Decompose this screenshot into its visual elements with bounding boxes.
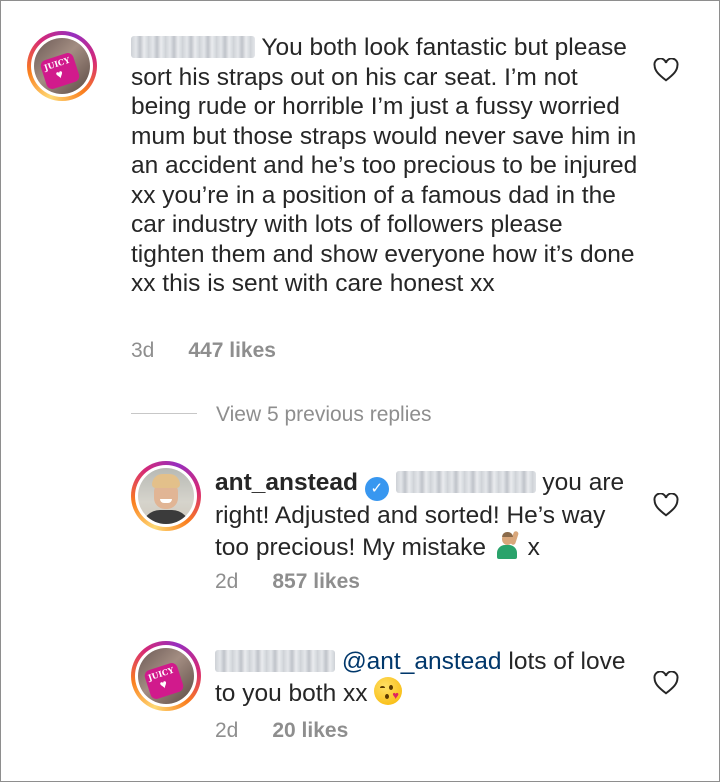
face-blowing-kiss-emoji-icon: ♥ [374, 676, 403, 705]
verified-badge-icon: ✓ [364, 477, 389, 501]
blurred-username[interactable] [215, 650, 335, 672]
reply-meta: 2d 857 likes [215, 570, 360, 594]
comment-text: You both look fantastic but please sort … [131, 34, 638, 297]
reply-likes[interactable]: 20 likes [272, 719, 348, 742]
reply-text-end: x [527, 533, 540, 561]
reply-body: ant_anstead ✓ you are right! Adjusted an… [215, 468, 635, 562]
avatar-photo [138, 468, 194, 524]
pillow-image: JUICY ♥ [39, 51, 81, 91]
reply-likes[interactable]: 857 likes [272, 570, 360, 593]
comment-meta: 3d 447 likes [131, 339, 276, 363]
blurred-mention[interactable] [395, 471, 536, 493]
like-heart-icon[interactable] [653, 58, 679, 82]
avatar-photo: JUICY ♥ [34, 38, 90, 94]
like-heart-icon[interactable] [653, 671, 679, 695]
reply-username[interactable]: ant_anstead [215, 469, 358, 496]
commenter-avatar[interactable]: JUICY ♥ [27, 31, 97, 101]
replies-divider [131, 413, 197, 414]
blurred-username[interactable] [131, 36, 255, 58]
ant-anstead-avatar[interactable] [131, 461, 201, 531]
view-previous-replies-button[interactable]: View 5 previous replies [216, 403, 432, 427]
comment-likes[interactable]: 447 likes [188, 339, 276, 362]
avatar-photo: JUICY ♥ [138, 648, 194, 704]
commenter-avatar[interactable]: JUICY ♥ [131, 641, 201, 711]
comment-time[interactable]: 3d [131, 339, 154, 362]
comment-body: You both look fantastic but please sort … [131, 33, 641, 299]
reply-body: @ant_anstead lots of love to you both xx… [215, 647, 635, 708]
mention-link[interactable]: @ant_anstead [342, 648, 502, 675]
reply-time[interactable]: 2d [215, 719, 238, 742]
like-heart-icon[interactable] [653, 493, 679, 517]
heart-icon: ♥ [158, 676, 170, 693]
comments-panel: JUICY ♥ You both look fantastic but plea… [0, 0, 720, 782]
reply-time[interactable]: 2d [215, 570, 238, 593]
pillow-image: JUICY ♥ [143, 661, 185, 701]
heart-icon: ♥ [54, 66, 66, 83]
man-raising-hand-emoji-icon [493, 530, 521, 559]
reply-meta: 2d 20 likes [215, 719, 348, 743]
